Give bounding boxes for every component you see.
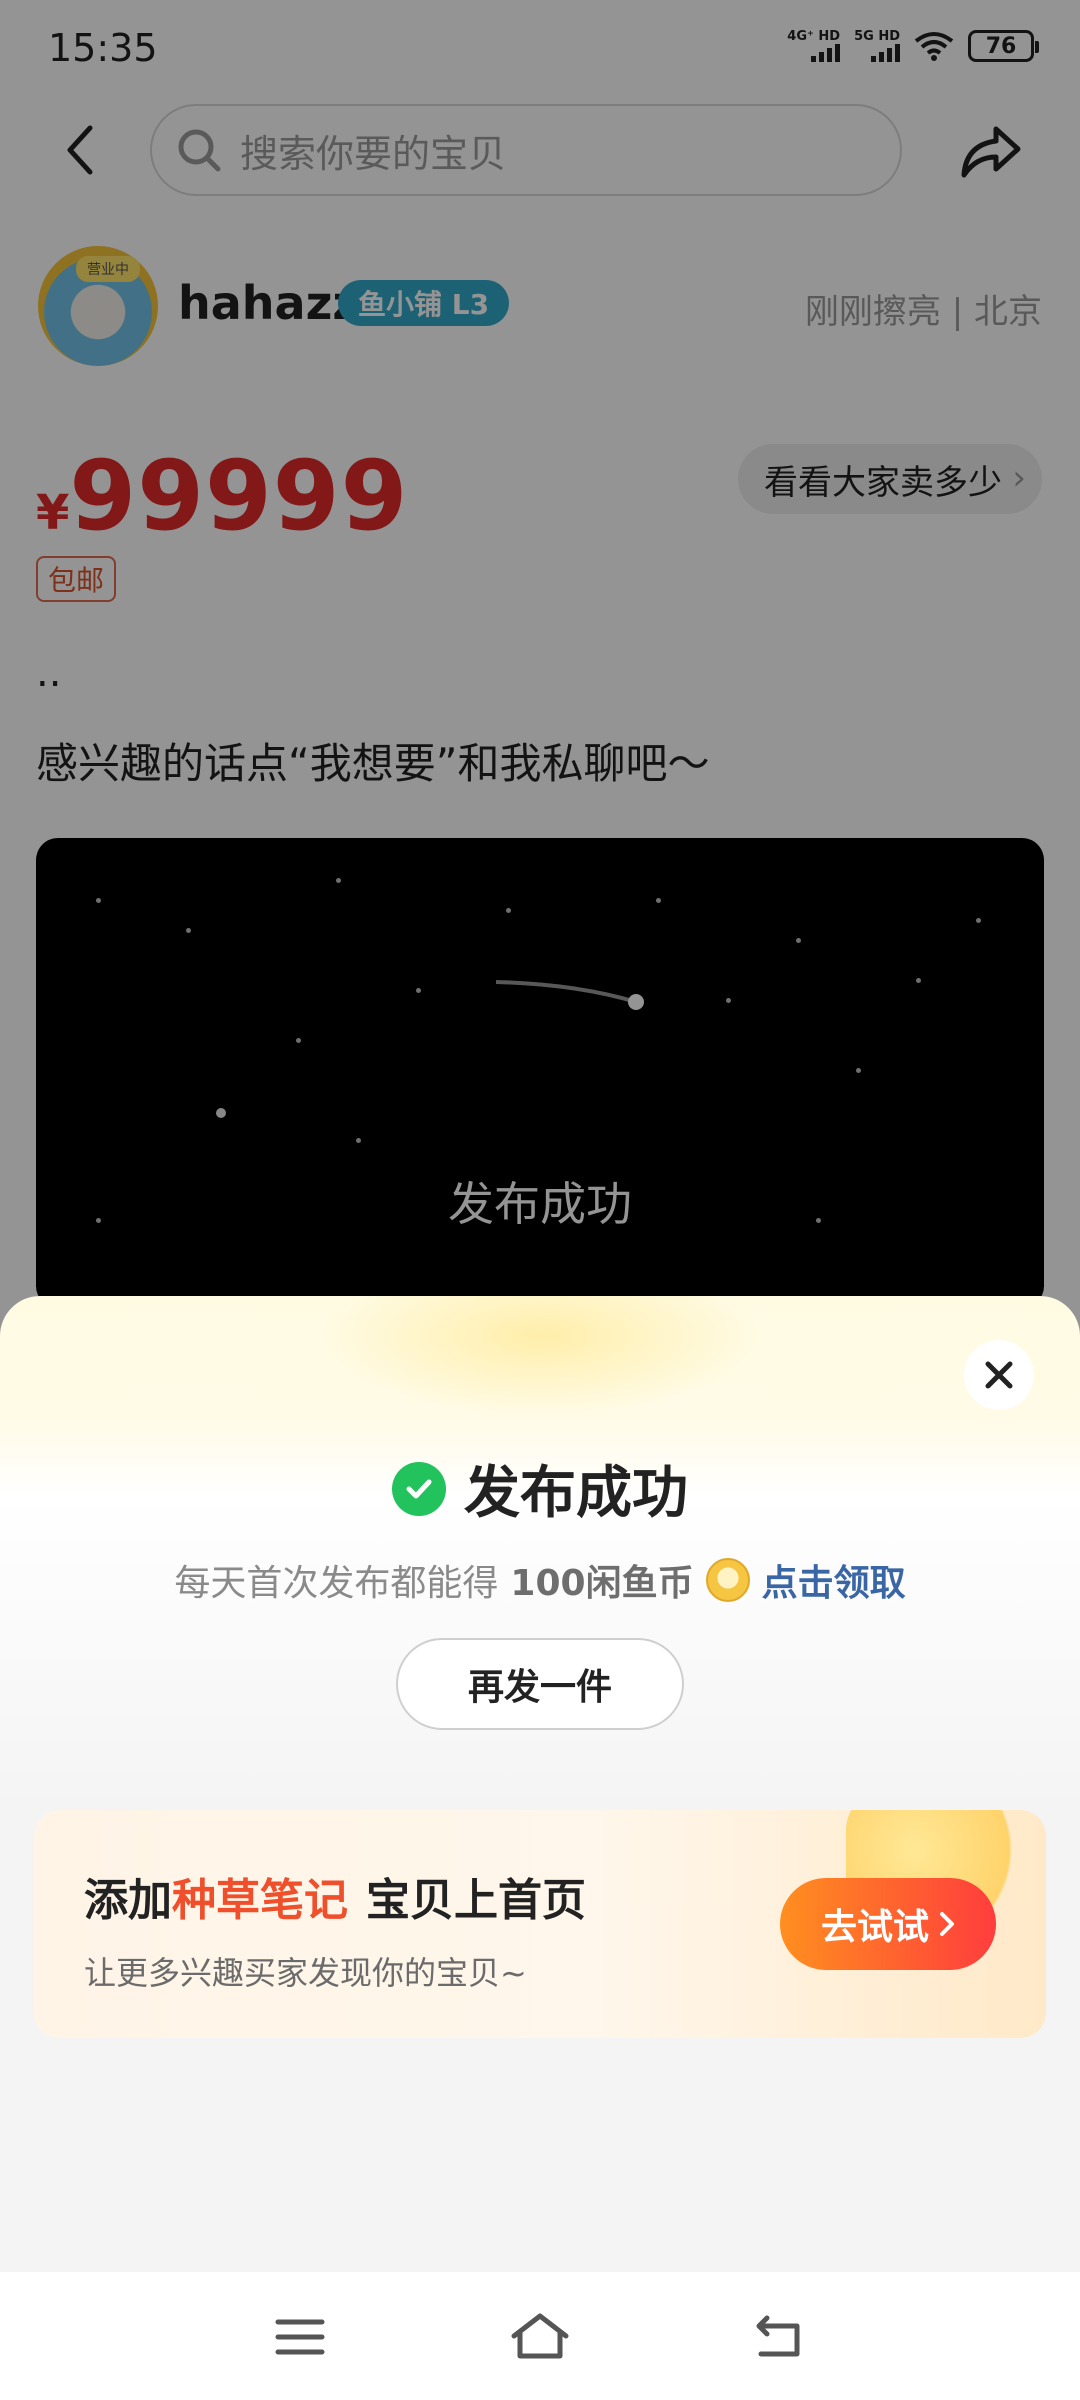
system-navigation-bar — [0, 2272, 1080, 2400]
coin-icon — [705, 1558, 750, 1602]
home-icon — [511, 2313, 569, 2359]
reward-amount: 100闲鱼币 — [510, 1563, 694, 1604]
publish-success-sheet: 发布成功 每天首次发布都能得 100闲鱼币 点击领取 再发一件 添加种草笔记 宝贝… — [0, 1296, 1080, 2272]
nav-back-button[interactable] — [745, 2302, 815, 2372]
menu-icon — [275, 2319, 325, 2355]
check-circle-icon — [392, 1461, 446, 1516]
nav-menu-button[interactable] — [265, 2302, 335, 2372]
promo-title: 添加种草笔记 宝贝上首页 — [84, 1875, 586, 1926]
glow-decoration — [320, 1296, 760, 1416]
try-button-label: 去试试 — [820, 1907, 929, 1948]
close-button[interactable] — [964, 1340, 1034, 1410]
close-icon — [985, 1361, 1013, 1389]
chevron-right-icon — [940, 1912, 954, 1936]
success-header: 发布成功 — [0, 1448, 1080, 1529]
reward-row: 每天首次发布都能得 100闲鱼币 点击领取 — [0, 1554, 1080, 1606]
success-title: 发布成功 — [464, 1461, 688, 1526]
try-button[interactable]: 去试试 — [780, 1878, 996, 1970]
promo-subtitle: 让更多兴趣买家发现你的宝贝~ — [84, 1954, 527, 1992]
claim-reward-link[interactable]: 点击领取 — [762, 1554, 906, 1606]
reward-text: 每天首次发布都能得 — [174, 1563, 499, 1604]
nav-home-button[interactable] — [505, 2302, 575, 2372]
promo-card[interactable]: 添加种草笔记 宝贝上首页 让更多兴趣买家发现你的宝贝~ 去试试 — [34, 1810, 1046, 2038]
back-nav-icon — [756, 2315, 800, 2357]
promo-title-highlight: 种草笔记 — [172, 1875, 348, 1926]
publish-again-button[interactable]: 再发一件 — [396, 1638, 684, 1730]
